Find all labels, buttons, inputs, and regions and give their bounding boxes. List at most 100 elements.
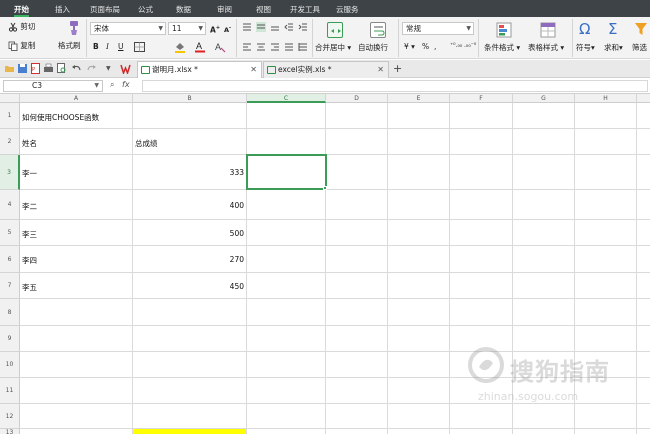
- row-header-7[interactable]: 7: [0, 273, 20, 299]
- fill-handle[interactable]: [323, 186, 327, 190]
- tab-view[interactable]: 视图: [256, 4, 271, 17]
- print-icon[interactable]: [43, 63, 54, 74]
- name-box[interactable]: C3 ▼: [3, 80, 103, 92]
- conditional-format-button[interactable]: 条件格式 ▾: [482, 19, 526, 57]
- thousands-button[interactable]: ,: [434, 41, 436, 53]
- tab-insert[interactable]: 插入: [55, 4, 70, 17]
- indent-decrease-icon[interactable]: [284, 22, 294, 32]
- align-center-icon[interactable]: [256, 42, 266, 52]
- font-name-select[interactable]: 宋体 ▼: [90, 22, 166, 35]
- column-header-b[interactable]: B: [133, 94, 247, 103]
- column-header-h[interactable]: H: [575, 94, 637, 103]
- print-preview-icon[interactable]: [56, 63, 67, 74]
- row-header-5[interactable]: 5: [0, 220, 20, 246]
- cell-a5[interactable]: 李三: [22, 229, 37, 240]
- font-color-icon[interactable]: A: [194, 41, 206, 53]
- row-header-3[interactable]: 3: [0, 155, 20, 190]
- cell-a2[interactable]: 姓名: [22, 138, 37, 149]
- column-header-f[interactable]: F: [450, 94, 513, 103]
- align-top-icon[interactable]: [242, 22, 252, 32]
- column-header-e[interactable]: E: [388, 94, 450, 103]
- align-left-icon[interactable]: [242, 42, 252, 52]
- insert-function-button[interactable]: fx: [122, 80, 130, 89]
- formula-input[interactable]: [142, 80, 648, 92]
- symbol-button[interactable]: Ω 符号▾: [576, 19, 600, 57]
- tab-developer[interactable]: 开发工具: [290, 4, 320, 17]
- row-header-4[interactable]: 4: [0, 190, 20, 220]
- underline-button[interactable]: U: [118, 41, 124, 53]
- cell-b5[interactable]: 500: [135, 229, 244, 238]
- increase-decimal-button[interactable]: ⁺⁰.₀₀: [450, 40, 462, 52]
- clear-format-icon[interactable]: A: [214, 41, 226, 53]
- row-header-12[interactable]: 12: [0, 404, 20, 429]
- copy-button[interactable]: 复制: [8, 40, 35, 52]
- currency-button[interactable]: ¥ ▾: [404, 41, 415, 53]
- cut-button[interactable]: 剪切: [8, 21, 35, 33]
- distributed-align-icon[interactable]: [298, 42, 308, 52]
- close-icon[interactable]: ✕: [377, 62, 384, 77]
- indent-increase-icon[interactable]: [298, 22, 308, 32]
- cell-a7[interactable]: 李五: [22, 282, 37, 293]
- tab-home[interactable]: 开始: [14, 4, 29, 17]
- tab-formulas[interactable]: 公式: [138, 4, 153, 17]
- align-middle-icon[interactable]: [256, 22, 266, 32]
- row-header-2[interactable]: 2: [0, 129, 20, 155]
- close-icon[interactable]: ✕: [250, 62, 257, 77]
- cell-b6[interactable]: 270: [135, 255, 244, 264]
- undo-icon[interactable]: [71, 63, 82, 74]
- borders-icon[interactable]: [134, 42, 145, 52]
- save-icon[interactable]: [17, 63, 28, 74]
- open-folder-icon[interactable]: [4, 63, 15, 74]
- row-header-10[interactable]: 10: [0, 352, 20, 378]
- decrease-decimal-button[interactable]: .₀₀⁻⁰: [464, 40, 476, 52]
- column-header-g[interactable]: G: [513, 94, 575, 103]
- row-header-8[interactable]: 8: [0, 299, 20, 326]
- cell-b3[interactable]: 333: [135, 168, 244, 177]
- italic-button[interactable]: I: [106, 41, 109, 53]
- document-tab-excel-example[interactable]: excel实例.xls * ✕: [263, 61, 389, 78]
- justify-icon[interactable]: [284, 42, 294, 52]
- fill-color-icon[interactable]: [174, 42, 186, 53]
- tab-page-layout[interactable]: 页面布局: [90, 4, 120, 17]
- tab-data[interactable]: 数据: [176, 4, 191, 17]
- cell-a3[interactable]: 李一: [22, 168, 37, 179]
- cell-a4[interactable]: 李二: [22, 201, 37, 212]
- row-header-11[interactable]: 11: [0, 378, 20, 404]
- cell-a6[interactable]: 李四: [22, 255, 37, 266]
- row-header-6[interactable]: 6: [0, 246, 20, 273]
- highlighted-cell-b13[interactable]: [133, 429, 246, 434]
- cell-a1[interactable]: 如何使用CHOOSE函数: [22, 112, 99, 123]
- filter-button[interactable]: 筛选: [632, 19, 650, 57]
- font-size-select[interactable]: 11 ▼: [168, 22, 206, 35]
- align-bottom-icon[interactable]: [270, 22, 280, 32]
- column-header-c[interactable]: C: [247, 94, 326, 103]
- redo-icon[interactable]: [86, 63, 97, 74]
- tab-cloud-service[interactable]: 云服务: [336, 4, 359, 17]
- font-grow-button[interactable]: A+: [210, 22, 220, 37]
- wrap-text-button[interactable]: 自动换行: [358, 19, 398, 57]
- align-right-icon[interactable]: [270, 42, 280, 52]
- new-tab-button[interactable]: +: [393, 62, 402, 75]
- row-header-1[interactable]: 1: [0, 103, 20, 129]
- sum-button[interactable]: Σ 求和▾: [604, 19, 628, 57]
- column-header-d[interactable]: D: [326, 94, 388, 103]
- selected-cell-c3[interactable]: [246, 154, 327, 190]
- percent-button[interactable]: %: [422, 41, 429, 53]
- bold-button[interactable]: B: [93, 41, 99, 53]
- cell-b2[interactable]: 总成绩: [135, 138, 158, 149]
- cell-b7[interactable]: 450: [135, 282, 244, 291]
- number-format-select[interactable]: 常规 ▼: [402, 22, 474, 35]
- zoom-magnifier-icon[interactable]: ⌕: [110, 80, 114, 90]
- column-header-a[interactable]: A: [20, 94, 133, 103]
- export-pdf-icon[interactable]: P: [30, 63, 41, 74]
- cell-b4[interactable]: 400: [135, 201, 244, 210]
- tab-review[interactable]: 审阅: [217, 4, 232, 17]
- select-all-corner[interactable]: [0, 94, 20, 103]
- row-header-13[interactable]: 13: [0, 429, 20, 434]
- row-header-9[interactable]: 9: [0, 326, 20, 352]
- format-painter-button[interactable]: 格式刷: [58, 19, 86, 57]
- document-tab-xiemingyue[interactable]: 谢明月.xlsx * ✕: [137, 61, 262, 78]
- merge-center-button[interactable]: 合并居中 ▾: [315, 19, 357, 57]
- customize-toolbar-icon[interactable]: ▼: [106, 63, 117, 74]
- font-shrink-button[interactable]: A-: [224, 22, 231, 36]
